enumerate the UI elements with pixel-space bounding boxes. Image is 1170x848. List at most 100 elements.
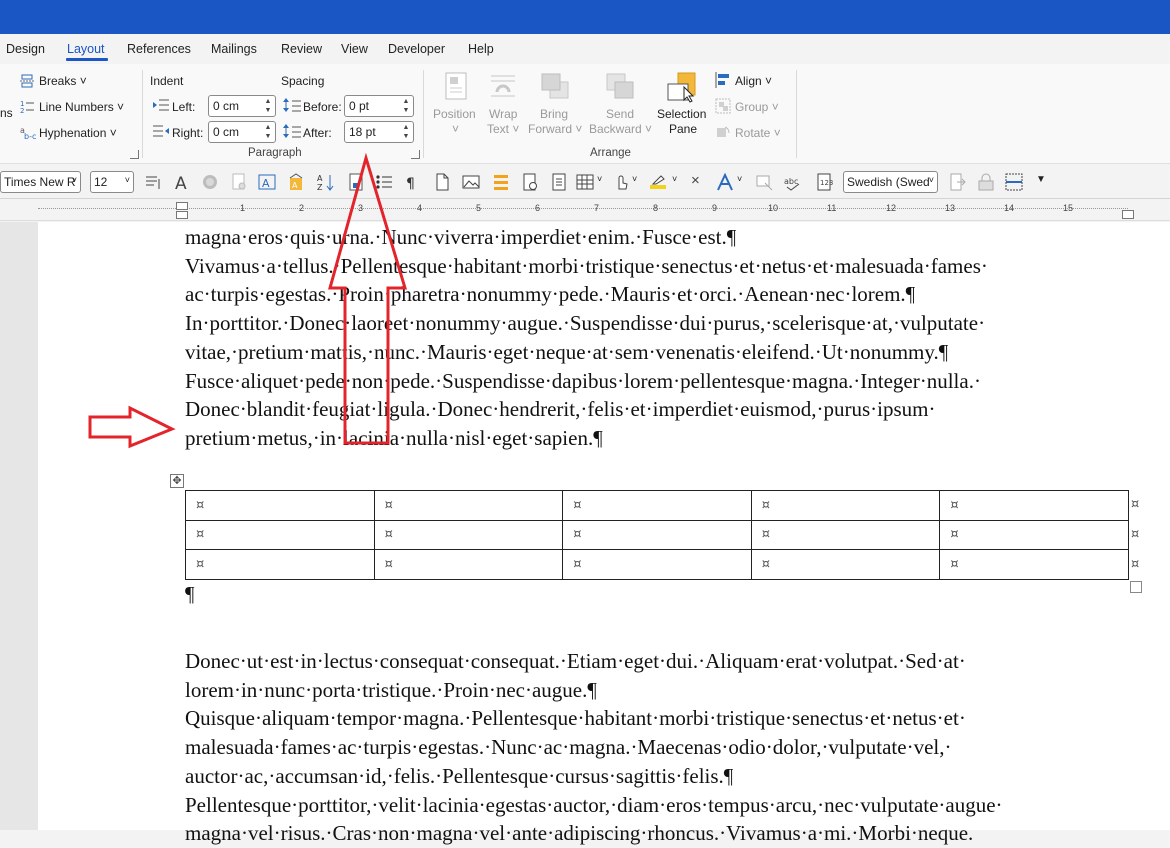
document-text-top[interactable]: magna·eros·quis·urna.·Nunc·viverra·imper… <box>185 223 988 453</box>
first-line-indent-marker[interactable] <box>176 202 188 210</box>
bring-forward-button[interactable]: Forward ˅ <box>528 122 582 136</box>
borders-icon[interactable] <box>1005 173 1023 191</box>
table-resize-handle[interactable] <box>1130 581 1142 593</box>
close-icon[interactable]: × <box>691 172 700 189</box>
svg-text:A: A <box>175 174 187 191</box>
page-setup-launcher-icon[interactable] <box>130 150 139 159</box>
spacing-after-spinner-icon[interactable]: ▲ ▼ <box>401 123 411 141</box>
ruler-number: 1 <box>240 203 246 213</box>
rotate-button[interactable]: Rotate ˅ <box>735 126 781 140</box>
ruler-number: 11 <box>827 203 837 213</box>
word-count-icon[interactable]: 123 <box>815 173 833 191</box>
bullets-icon[interactable] <box>375 173 393 191</box>
chevron-down-icon[interactable]: ˅ <box>597 174 602 184</box>
cut-off-label: ns <box>0 106 13 120</box>
picture-icon[interactable] <box>462 173 480 191</box>
text-highlight-icon[interactable] <box>649 173 667 191</box>
indent-right-spinner-icon[interactable]: ▲ ▼ <box>263 123 273 141</box>
chevron-down-icon[interactable]: ˅ <box>632 174 637 184</box>
show-formatting-icon[interactable]: ¶ <box>404 173 422 191</box>
font-size-combo[interactable]: 12 ˅ <box>90 171 134 193</box>
text-line: pretium·metus,·in·lacinia·nulla·nisl·ege… <box>185 425 603 450</box>
spacing-heading: Spacing <box>281 74 325 88</box>
document-settings-icon[interactable] <box>521 173 539 191</box>
sort-icon[interactable]: AZ <box>317 173 335 191</box>
tab-review[interactable]: Review <box>281 42 322 56</box>
customize-toolbar-icon[interactable]: ▼ <box>1036 174 1046 185</box>
table-cell[interactable]: ¤ <box>750 549 941 580</box>
text-box-icon[interactable]: A <box>258 173 276 191</box>
selection-pane-button[interactable]: Pane <box>669 122 697 136</box>
indent-left-spinner-icon[interactable]: ▲ ▼ <box>263 97 273 115</box>
svg-text:A: A <box>292 181 298 190</box>
chevron-down-icon[interactable]: ˅ <box>737 174 742 184</box>
indent-right-input[interactable]: 0 cm ▲ ▼ <box>208 121 276 143</box>
table-move-handle-icon[interactable]: ✥ <box>170 474 184 488</box>
table-cell[interactable]: ¤ <box>939 490 1129 521</box>
tab-design[interactable]: Design <box>6 42 45 56</box>
text-effects-icon[interactable] <box>716 173 734 191</box>
bring-forward-label-1[interactable]: Bring <box>540 107 568 121</box>
table-cell[interactable]: ¤ <box>562 549 752 580</box>
table-cell[interactable]: ¤ <box>373 549 564 580</box>
right-indent-marker[interactable] <box>1122 210 1134 219</box>
spelling-icon[interactable]: abc <box>784 173 802 191</box>
send-backward-icon <box>606 73 634 99</box>
position-icon <box>445 72 467 100</box>
document-arrow-icon[interactable] <box>948 173 966 191</box>
font-name-combo[interactable]: Times New R ˅ <box>0 171 81 193</box>
table-cell[interactable]: ¤ <box>185 549 375 580</box>
table-cell[interactable]: ¤ <box>939 549 1129 580</box>
tab-mailings[interactable]: Mailings <box>211 42 257 56</box>
document-text-bottom[interactable]: Donec·ut·est·in·lectus·consequat·consequ… <box>185 647 1003 848</box>
table-cell[interactable]: ¤ <box>939 519 1129 551</box>
tab-references[interactable]: References <box>127 42 191 56</box>
insert-table-icon[interactable] <box>576 173 594 191</box>
new-document-icon[interactable] <box>433 173 451 191</box>
table-cell[interactable]: ¤ <box>373 519 564 551</box>
tab-view[interactable]: View <box>341 42 368 56</box>
table[interactable]: ¤ ¤ ¤ ¤ ¤ ¤ ¤ ¤ ¤ ¤ ¤ ¤ ¤ ¤ ¤ <box>185 490 1129 580</box>
line-numbers-button[interactable]: Line Numbers ˅ <box>39 100 124 114</box>
language-combo[interactable]: Swedish (Swed ˅ <box>843 171 938 193</box>
protect-document-icon[interactable] <box>977 173 995 191</box>
table-cell[interactable]: ¤ <box>373 490 564 521</box>
selection-pane-label-1[interactable]: Selection <box>657 107 706 121</box>
table-cell[interactable]: ¤ <box>750 519 941 551</box>
position-button[interactable]: Position <box>433 107 476 121</box>
page-lines-icon[interactable] <box>550 173 568 191</box>
breaks-button[interactable]: Breaks ˅ <box>39 74 87 88</box>
quick-parts-icon[interactable]: A <box>287 173 305 191</box>
page-number-icon[interactable] <box>347 173 365 191</box>
table-cell[interactable]: ¤ <box>750 490 941 521</box>
align-button[interactable]: Align ˅ <box>735 74 772 88</box>
clear-formatting-icon[interactable] <box>755 173 773 191</box>
style-pane-icon[interactable] <box>145 173 163 191</box>
touch-mode-icon[interactable] <box>612 173 630 191</box>
indent-left-input[interactable]: 0 cm ▲ ▼ <box>208 95 276 117</box>
spacing-before-input[interactable]: 0 pt ▲ ▼ <box>344 95 414 117</box>
table-cell[interactable]: ¤ <box>562 490 752 521</box>
table-cell[interactable]: ¤ <box>185 519 375 551</box>
wrap-text-button[interactable]: Text ˅ <box>487 122 519 136</box>
chevron-down-icon[interactable]: ˅ <box>672 174 677 184</box>
spacing-after-input[interactable]: 18 pt ▲ ▼ <box>344 121 414 143</box>
position-dropdown-icon[interactable]: ˅ <box>452 122 459 136</box>
send-backward-button[interactable]: Backward ˅ <box>589 122 652 136</box>
tab-layout[interactable]: Layout <box>67 42 105 56</box>
font-color-a-icon[interactable]: A <box>173 173 191 191</box>
spacing-before-spinner-icon[interactable]: ▲ ▼ <box>401 97 411 115</box>
tab-developer[interactable]: Developer <box>388 42 445 56</box>
hyphenation-button[interactable]: Hyphenation ˅ <box>39 126 117 140</box>
tab-help[interactable]: Help <box>468 42 494 56</box>
send-backward-label-1[interactable]: Send <box>606 107 634 121</box>
left-indent-marker[interactable] <box>176 211 188 219</box>
document-check-icon[interactable] <box>230 173 248 191</box>
table-cell[interactable]: ¤ <box>185 490 375 521</box>
group-button[interactable]: Group ˅ <box>735 100 779 114</box>
line-spacing-icon[interactable] <box>492 173 510 191</box>
table-cell[interactable]: ¤ <box>562 519 752 551</box>
highlight-circle-icon[interactable] <box>201 173 219 191</box>
wrap-text-label-1[interactable]: Wrap <box>489 107 517 121</box>
paragraph-launcher-icon[interactable] <box>411 150 420 159</box>
